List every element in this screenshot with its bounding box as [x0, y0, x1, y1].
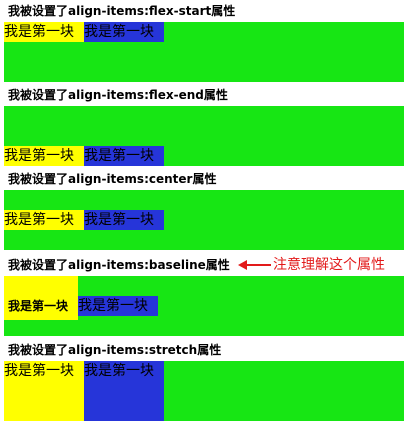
blue-block: 我是第一块 [84, 22, 164, 42]
flex-container-flex-end: 我是第一块 我是第一块 [4, 106, 404, 166]
yellow-block: 我是第一块 [4, 146, 84, 166]
yellow-block: 我是第一块 [4, 210, 84, 230]
yellow-block: 我是第一块 [4, 361, 84, 421]
blue-block: 我是第一块 [84, 361, 164, 421]
section-title-baseline: 我被设置了align-items:baseline属性 [8, 258, 230, 272]
section-title-flex-end: 我被设置了align-items:flex-end属性 [8, 88, 228, 102]
section-title-center: 我被设置了align-items:center属性 [8, 172, 217, 186]
flex-container-baseline: 我是第一块 我是第一块 [4, 276, 404, 336]
flex-container-flex-start: 我是第一块 我是第一块 [4, 22, 404, 82]
blue-block: 我是第一块 [78, 296, 158, 316]
arrow-left-icon [238, 260, 271, 270]
yellow-block: 我是第一块 [4, 22, 84, 42]
flex-container-center: 我是第一块 我是第一块 [4, 190, 404, 250]
blue-block: 我是第一块 [84, 210, 164, 230]
blue-block: 我是第一块 [84, 146, 164, 166]
yellow-block: 我是第一块 [4, 276, 78, 320]
flex-container-stretch: 我是第一块 我是第一块 [4, 361, 404, 421]
section-title-stretch: 我被设置了align-items:stretch属性 [8, 343, 222, 357]
section-title-flex-start: 我被设置了align-items:flex-start属性 [8, 4, 236, 18]
annotation-note: 注意理解这个属性 [273, 257, 385, 273]
